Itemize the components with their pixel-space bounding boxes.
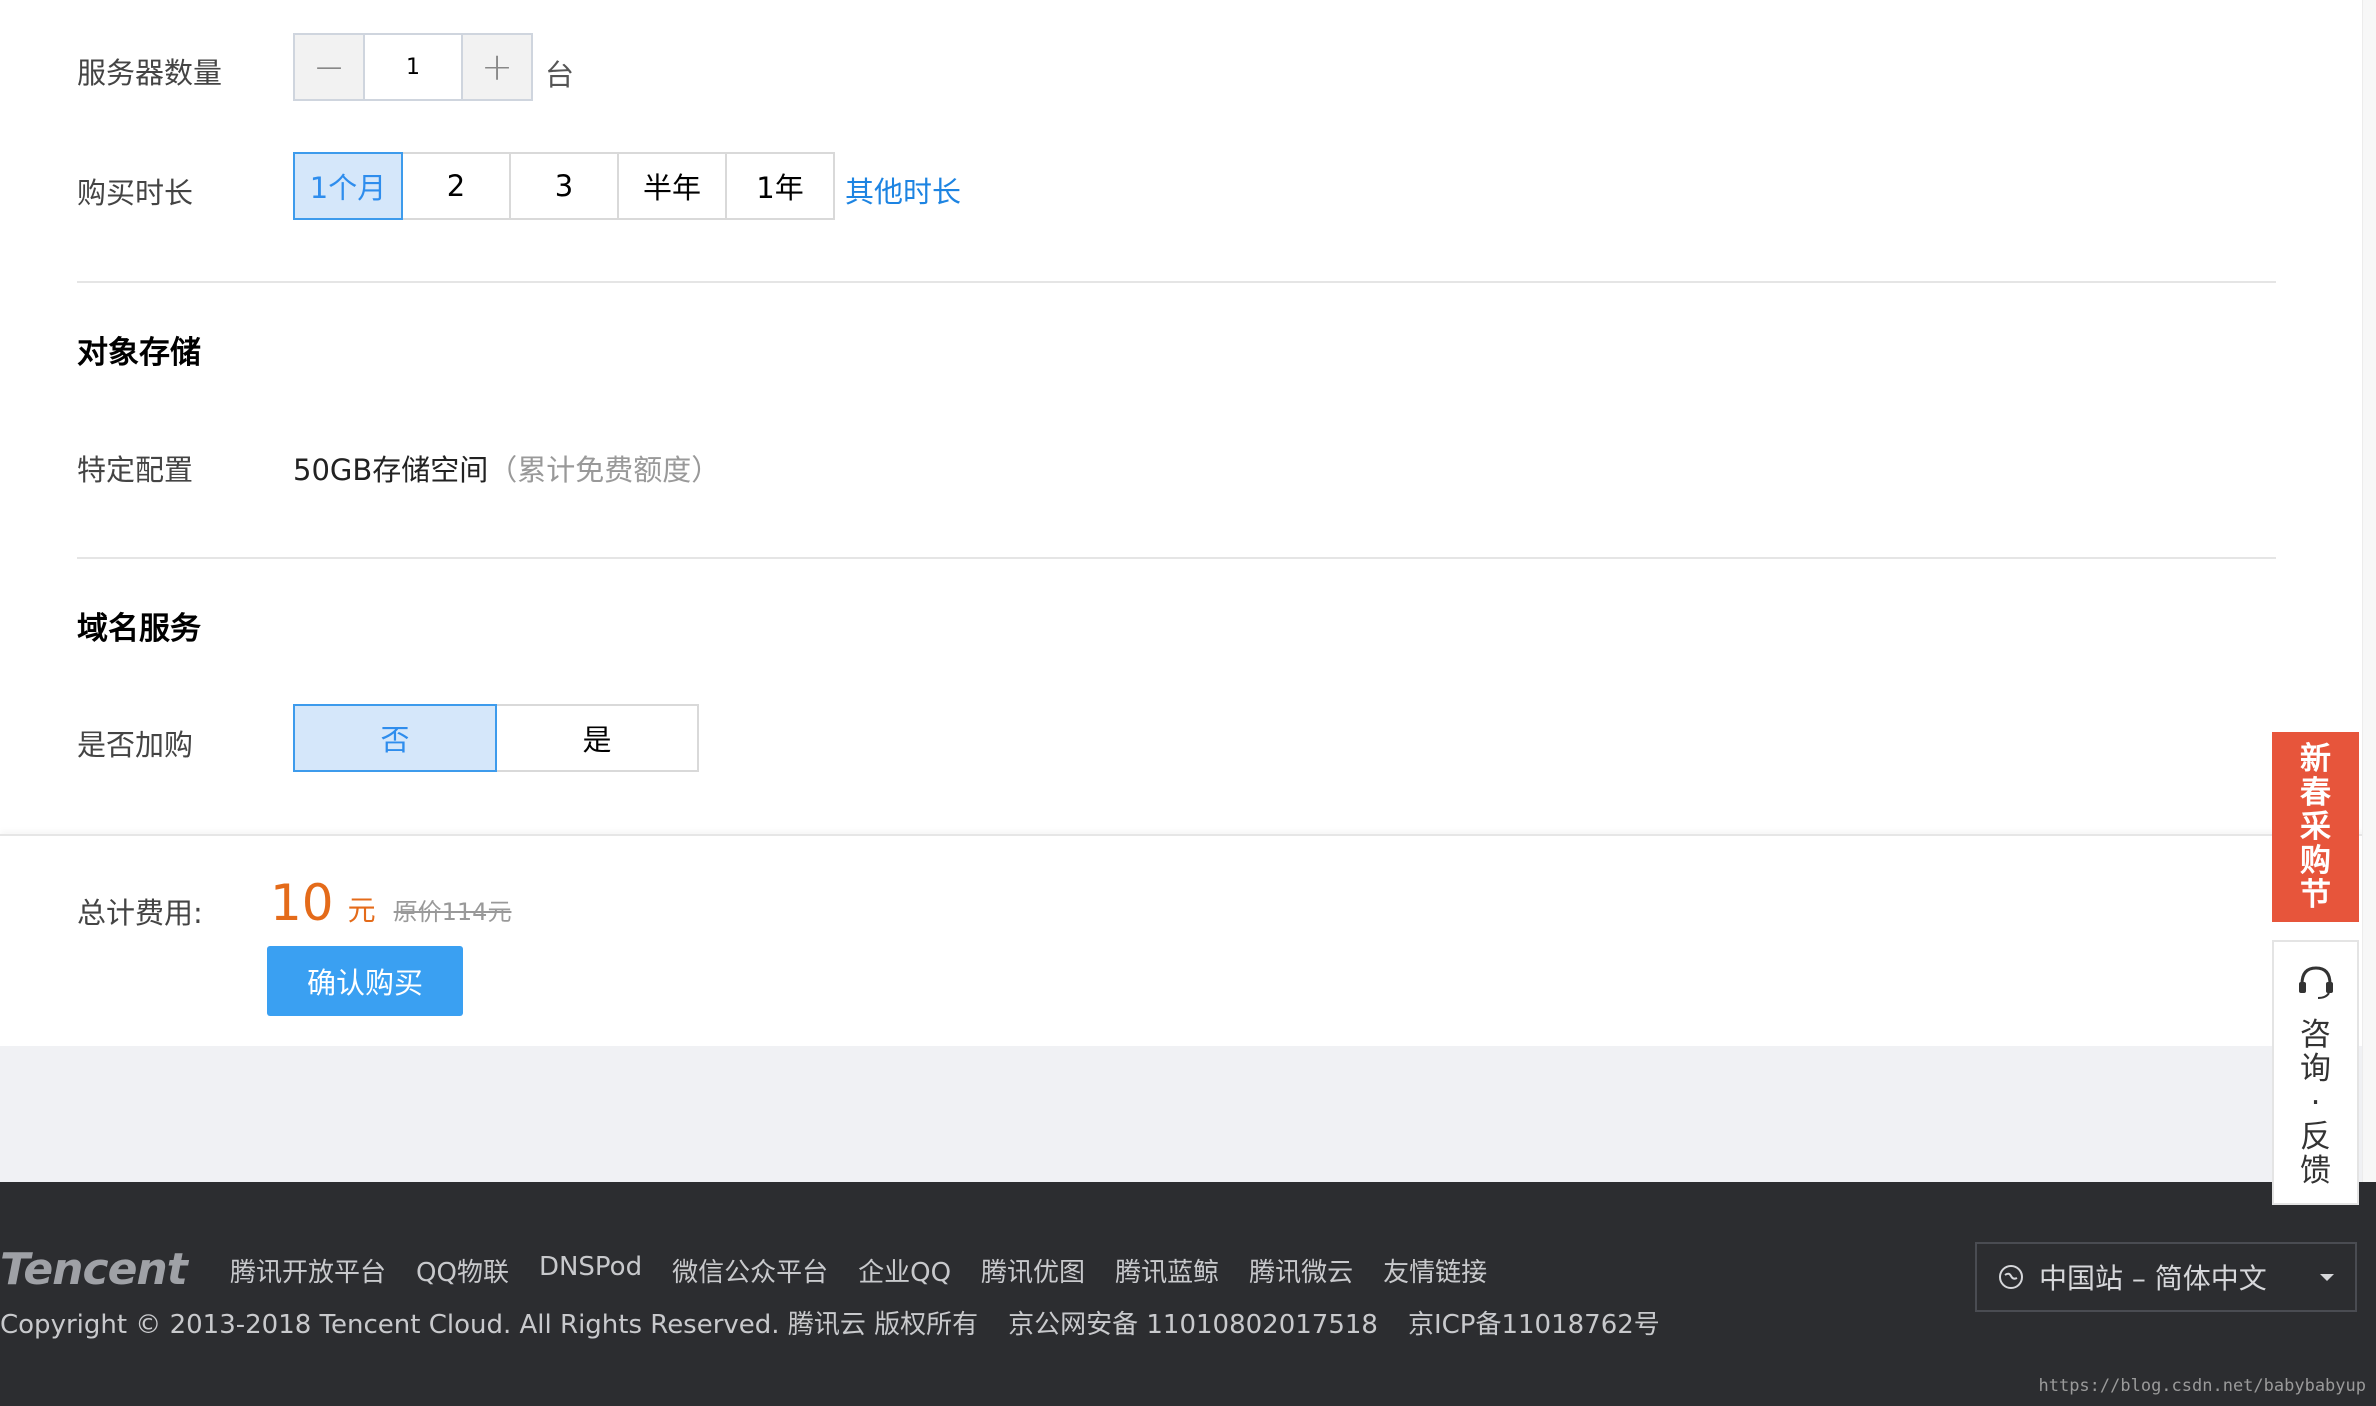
duration-option-1-year[interactable]: 1年 [725,152,835,220]
confirm-purchase-button[interactable]: 确认购买 [267,946,463,1016]
domain-service-title: 域名服务 [77,611,201,647]
promo-char: 购 [2300,843,2331,879]
promo-char: 采 [2300,809,2331,845]
duration-option-half-year[interactable]: 半年 [617,152,727,220]
domain-purchase-options: 否 是 [293,704,699,772]
consult-char: 馈 [2300,1153,2331,1189]
duration-option-3[interactable]: 3 [509,152,619,220]
footer-links: 腾讯开放平台 QQ物联 DNSPod 微信公众平台 企业QQ 腾讯优图 腾讯蓝鲸… [230,1252,1517,1289]
domain-option-yes[interactable]: 是 [495,704,699,772]
duration-option-2[interactable]: 2 [401,152,511,220]
server-count-unit: 台 [545,58,575,92]
footer-link-wechat-mp[interactable]: 微信公众平台 [672,1252,828,1289]
quantity-stepper: − + [293,33,533,101]
footer-link-enterprise-qq[interactable]: 企业QQ [858,1252,951,1289]
duration-label: 购买时长 [77,176,194,210]
decrement-button[interactable]: − [295,35,365,99]
domain-purchase-label: 是否加购 [77,728,194,762]
consult-char: 反 [2300,1119,2331,1155]
page-scrollbar[interactable] [2362,0,2376,1182]
config-value-line: 50GB存储空间（累计免费额度） [293,447,720,489]
icp-text[interactable]: 京ICP备11018762号 [1408,1304,1660,1341]
config-label: 特定配置 [77,453,194,487]
footer-link-bluewhale[interactable]: 腾讯蓝鲸 [1115,1252,1219,1289]
promo-char: 新 [2300,741,2331,777]
duration-options: 1个月 2 3 半年 1年 [293,152,835,220]
section-divider [77,557,2276,559]
footer-link-dnspod[interactable]: DNSPod [539,1252,642,1289]
footer-link-friends[interactable]: 友情链接 [1383,1252,1487,1289]
server-count-input[interactable] [365,35,461,99]
footer-link-youtu[interactable]: 腾讯优图 [981,1252,1085,1289]
duration-option-1-month[interactable]: 1个月 [293,152,403,220]
page-background-band [0,1046,2376,1182]
consult-char: 咨 [2300,1017,2331,1053]
chevron-down-icon [2320,1274,2334,1281]
price-currency: 元 [347,894,376,927]
domain-option-no[interactable]: 否 [293,704,497,772]
spring-promo-badge[interactable]: 新 春 采 购 节 [2272,732,2359,922]
region-selector[interactable]: 中国站 – 简体中文 [1975,1242,2357,1312]
price-display: 10 元 原价114元 [270,874,511,932]
footer-link-qq-iot[interactable]: QQ物联 [416,1252,509,1289]
consult-feedback-widget[interactable]: 咨 询 · 反 馈 [2272,940,2359,1205]
region-label: 中国站 – 简体中文 [2039,1262,2267,1295]
footer-link-weiyun[interactable]: 腾讯微云 [1249,1252,1353,1289]
promo-char: 春 [2300,775,2331,811]
tencent-logo: Tencent [0,1244,188,1295]
object-storage-title: 对象存储 [77,335,201,371]
promo-char: 节 [2300,877,2331,913]
consult-char: 询 [2300,1051,2331,1087]
globe-icon [1999,1265,2023,1289]
increment-button[interactable]: + [461,35,531,99]
other-duration-link[interactable]: 其他时长 [845,169,961,211]
config-note: （累计免费额度） [488,453,721,487]
section-divider [77,281,2276,283]
price-amount: 10 [270,874,334,932]
beian-text[interactable]: 京公网安备 11010802017518 [1008,1304,1378,1341]
server-count-label: 服务器数量 [77,56,223,90]
footer-link-open-platform[interactable]: 腾讯开放平台 [230,1252,386,1289]
consult-char: · [2310,1085,2321,1121]
watermark: https://blog.csdn.net/babybabyup [2038,1376,2366,1396]
original-price: 原价114元 [393,898,512,926]
copyright-text: Copyright © 2013-2018 Tencent Cloud. All… [0,1310,979,1340]
total-cost-label: 总计费用: [77,896,203,930]
consult-text: 咨 询 · 反 馈 [2300,1018,2331,1188]
footer-legal: Copyright © 2013-2018 Tencent Cloud. All… [0,1304,1660,1341]
config-value: 50GB存储空间 [293,453,489,487]
headset-icon [2298,966,2333,999]
